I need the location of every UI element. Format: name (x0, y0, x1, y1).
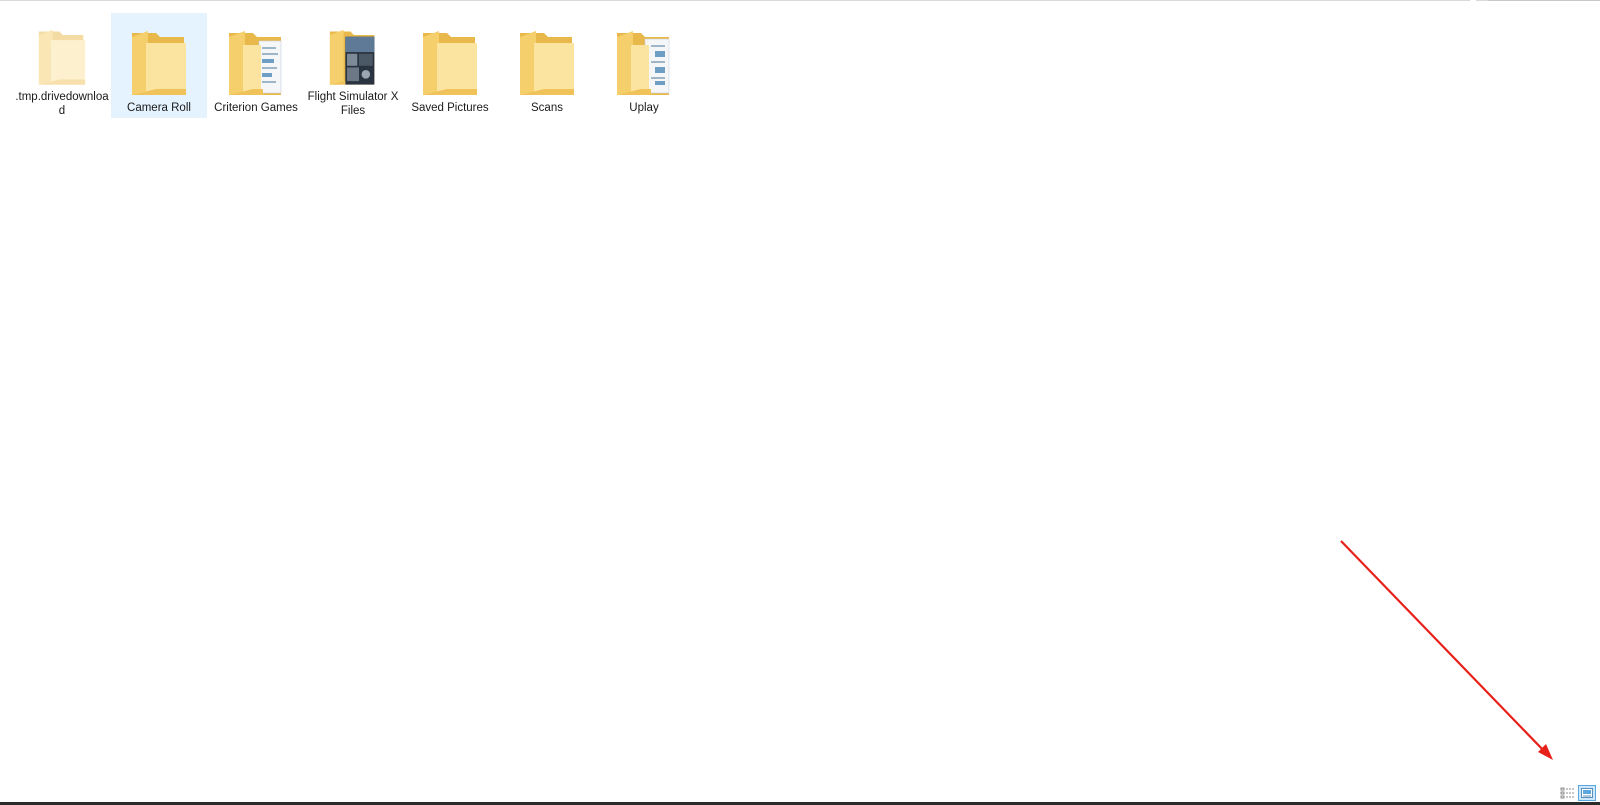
status-bar (0, 775, 1600, 805)
folder-icon (132, 31, 186, 95)
file-explorer-window: .tmp.drivedownload Camera Roll Criterion… (0, 0, 1600, 805)
folder-icon (520, 31, 574, 95)
folder-documents-icon (229, 31, 282, 95)
file-item-tmp-drivedownload[interactable]: .tmp.drivedownload (14, 13, 110, 118)
file-item-label: Camera Roll (127, 102, 191, 114)
file-item-saved-pictures[interactable]: Saved Pictures (402, 13, 498, 118)
file-item-criterion-games[interactable]: Criterion Games (208, 13, 304, 118)
large-icons-view-button[interactable] (1578, 785, 1596, 801)
file-item-scans[interactable]: Scans (499, 13, 595, 118)
file-item-camera-roll[interactable]: Camera Roll (111, 13, 207, 118)
folder-image-preview-icon (329, 29, 375, 85)
folder-icon (423, 31, 477, 95)
folder-documents-icon (617, 31, 670, 95)
file-item-label: Uplay (629, 102, 659, 114)
details-view-button[interactable] (1559, 785, 1577, 801)
window-top-edge (0, 0, 1600, 1)
large-icons-view-icon (1581, 788, 1593, 798)
folder-icon (38, 29, 86, 85)
file-item-label: Criterion Games (214, 102, 298, 114)
file-list-view: .tmp.drivedownload Camera Roll Criterion… (14, 13, 692, 118)
annotation-arrow (1340, 540, 1553, 760)
file-item-label: Scans (531, 102, 563, 114)
file-item-label: Saved Pictures (411, 102, 489, 114)
details-view-icon (1560, 787, 1575, 799)
file-item-label: Flight Simulator X Files (307, 91, 399, 117)
file-item-label: .tmp.drivedownload (15, 91, 109, 117)
file-item-uplay[interactable]: Uplay (596, 13, 692, 118)
file-item-flight-simulator-x-files[interactable]: Flight Simulator X Files (305, 13, 401, 118)
